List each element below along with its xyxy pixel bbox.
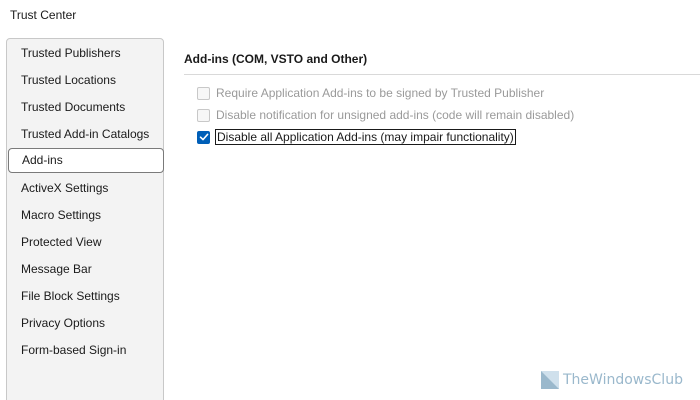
sidebar-nav: Trusted Publishers Trusted Locations Tru… xyxy=(6,38,164,400)
disable-all-addins-checkbox[interactable] xyxy=(197,130,210,144)
option-disable-all-addins[interactable]: Disable all Application Add-ins (may imp… xyxy=(197,128,516,146)
option-disable-notification: Disable notification for unsigned add-in… xyxy=(197,106,575,124)
sidebar-item-trusted-documents[interactable]: Trusted Documents xyxy=(7,95,163,120)
section-heading: Add-ins (COM, VSTO and Other) xyxy=(184,52,368,66)
sidebar-item-file-block-settings[interactable]: File Block Settings xyxy=(7,284,163,309)
watermark: TheWindowsClub xyxy=(541,371,683,389)
require-signed-label: Require Application Add-ins to be signed… xyxy=(216,86,545,100)
require-signed-checkbox xyxy=(197,86,210,100)
checkmark-icon xyxy=(199,133,208,141)
section-divider xyxy=(184,74,700,75)
sidebar-item-macro-settings[interactable]: Macro Settings xyxy=(7,203,163,228)
disable-notification-label: Disable notification for unsigned add-in… xyxy=(216,108,575,122)
sidebar-item-privacy-options[interactable]: Privacy Options xyxy=(7,311,163,336)
disable-all-addins-label[interactable]: Disable all Application Add-ins (may imp… xyxy=(215,129,516,145)
sidebar-item-trusted-addin-catalogs[interactable]: Trusted Add-in Catalogs xyxy=(7,122,163,147)
sidebar-item-trusted-locations[interactable]: Trusted Locations xyxy=(7,68,163,93)
watermark-text: TheWindowsClub xyxy=(563,372,683,388)
window-title: Trust Center xyxy=(10,8,77,22)
sidebar-item-add-ins[interactable]: Add-ins xyxy=(8,148,164,173)
windows-club-logo-icon xyxy=(541,371,559,389)
sidebar-item-activex-settings[interactable]: ActiveX Settings xyxy=(7,176,163,201)
sidebar-item-form-based-sign-in[interactable]: Form-based Sign-in xyxy=(7,338,163,363)
sidebar-item-message-bar[interactable]: Message Bar xyxy=(7,257,163,282)
sidebar-item-trusted-publishers[interactable]: Trusted Publishers xyxy=(7,41,163,66)
disable-notification-checkbox xyxy=(197,108,210,122)
sidebar-item-protected-view[interactable]: Protected View xyxy=(7,230,163,255)
option-require-signed-addins: Require Application Add-ins to be signed… xyxy=(197,84,545,102)
